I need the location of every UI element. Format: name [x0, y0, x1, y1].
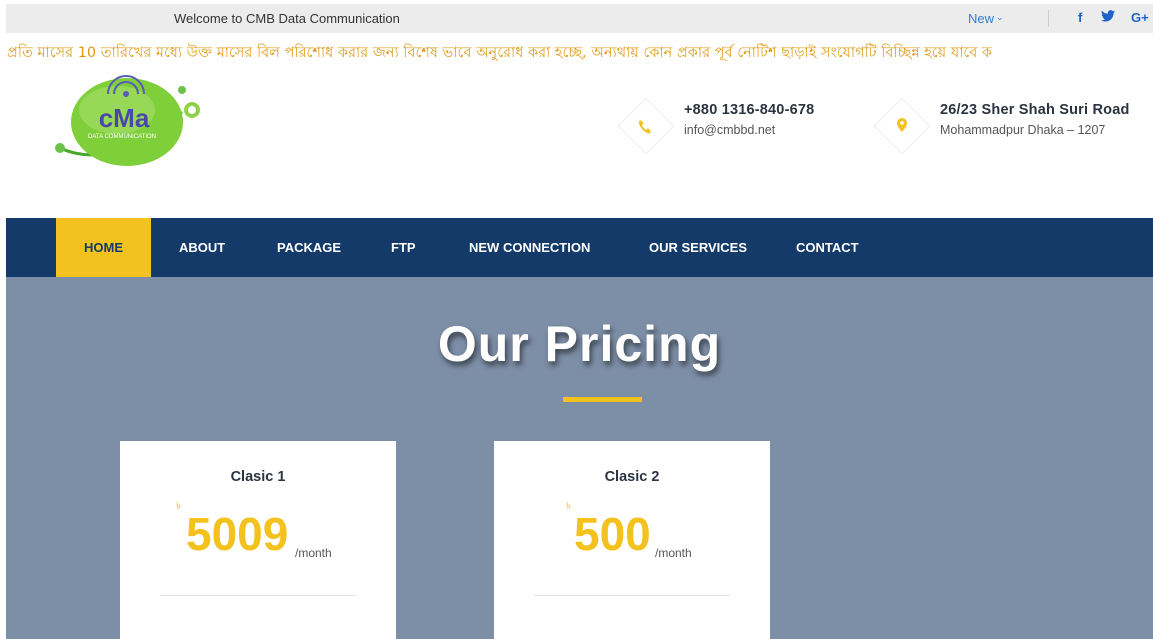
new-dropdown[interactable]: New ⌄ — [968, 11, 1004, 26]
nav-item-ftp[interactable]: FTP — [391, 218, 416, 277]
contact-address: 26/23 Sher Shah Suri Road Mohammadpur Dh… — [873, 97, 1153, 155]
pricing-heading: Our Pricing — [437, 316, 722, 372]
nav-item-package[interactable]: PACKAGE — [277, 218, 341, 277]
notice-marquee: প্রতি মাসের 10 তারিখের মধ্যে উক্ত মাসের … — [7, 45, 993, 61]
plan-period: /month — [295, 546, 332, 560]
pricing-card[interactable]: Clasic 1 ৳ 5009 /month — [120, 441, 396, 639]
chevron-down-icon: ⌄ — [996, 12, 1004, 22]
top-bar: Welcome to CMB Data Communication New ⌄ f… — [6, 4, 1153, 33]
plan-price: 500 — [574, 508, 651, 560]
google-plus-icon[interactable]: G+ — [1131, 10, 1149, 25]
logo-text: cMa — [99, 103, 150, 133]
nav-item-new-connection[interactable]: NEW CONNECTION — [469, 218, 590, 277]
pricing-card[interactable]: Clasic 2 ৳ 500 /month — [494, 441, 770, 639]
phone-number[interactable]: +880 1316-840-678 — [684, 102, 814, 118]
nav-item-contact[interactable]: CONTACT — [796, 218, 859, 277]
twitter-icon[interactable] — [1101, 10, 1115, 25]
nav-item-about[interactable]: ABOUT — [179, 218, 225, 277]
currency-symbol: ৳ — [176, 501, 181, 512]
phone-badge — [617, 97, 675, 155]
logo[interactable]: cMa DATA COMMUNICATION — [52, 72, 212, 167]
facebook-icon[interactable]: f — [1078, 10, 1082, 25]
plan-name: Clasic 1 — [230, 469, 286, 485]
heading-underline — [563, 397, 642, 402]
nav-item-home[interactable]: HOME — [56, 218, 151, 277]
main-nav: HOME ABOUT PACKAGE FTP NEW CONNECTION OU… — [6, 218, 1153, 277]
welcome-text: Welcome to CMB Data Communication — [174, 11, 400, 26]
divider — [1048, 10, 1049, 27]
card-divider — [534, 595, 730, 596]
phone-icon — [639, 120, 651, 134]
nav-item-our-services[interactable]: OUR SERVICES — [649, 218, 747, 277]
address-badge — [873, 97, 931, 155]
map-pin-icon — [897, 118, 907, 132]
address-line-1: 26/23 Sher Shah Suri Road — [940, 102, 1130, 118]
address-line-2: Mohammadpur Dhaka – 1207 — [940, 123, 1106, 137]
plan-period: /month — [655, 546, 692, 560]
plan-name: Clasic 2 — [604, 469, 660, 485]
new-dropdown-label: New — [968, 11, 995, 26]
email-address[interactable]: info@cmbbd.net — [684, 123, 775, 137]
pricing-section: Our Pricing Clasic 1 ৳ 5009 /month Clasi… — [6, 277, 1153, 639]
currency-symbol: ৳ — [566, 501, 571, 512]
logo-subtext: DATA COMMUNICATION — [88, 134, 156, 140]
plan-price: 5009 — [186, 508, 289, 560]
card-divider — [160, 595, 356, 596]
contact-phone: +880 1316-840-678 info@cmbbd.net — [617, 97, 858, 155]
